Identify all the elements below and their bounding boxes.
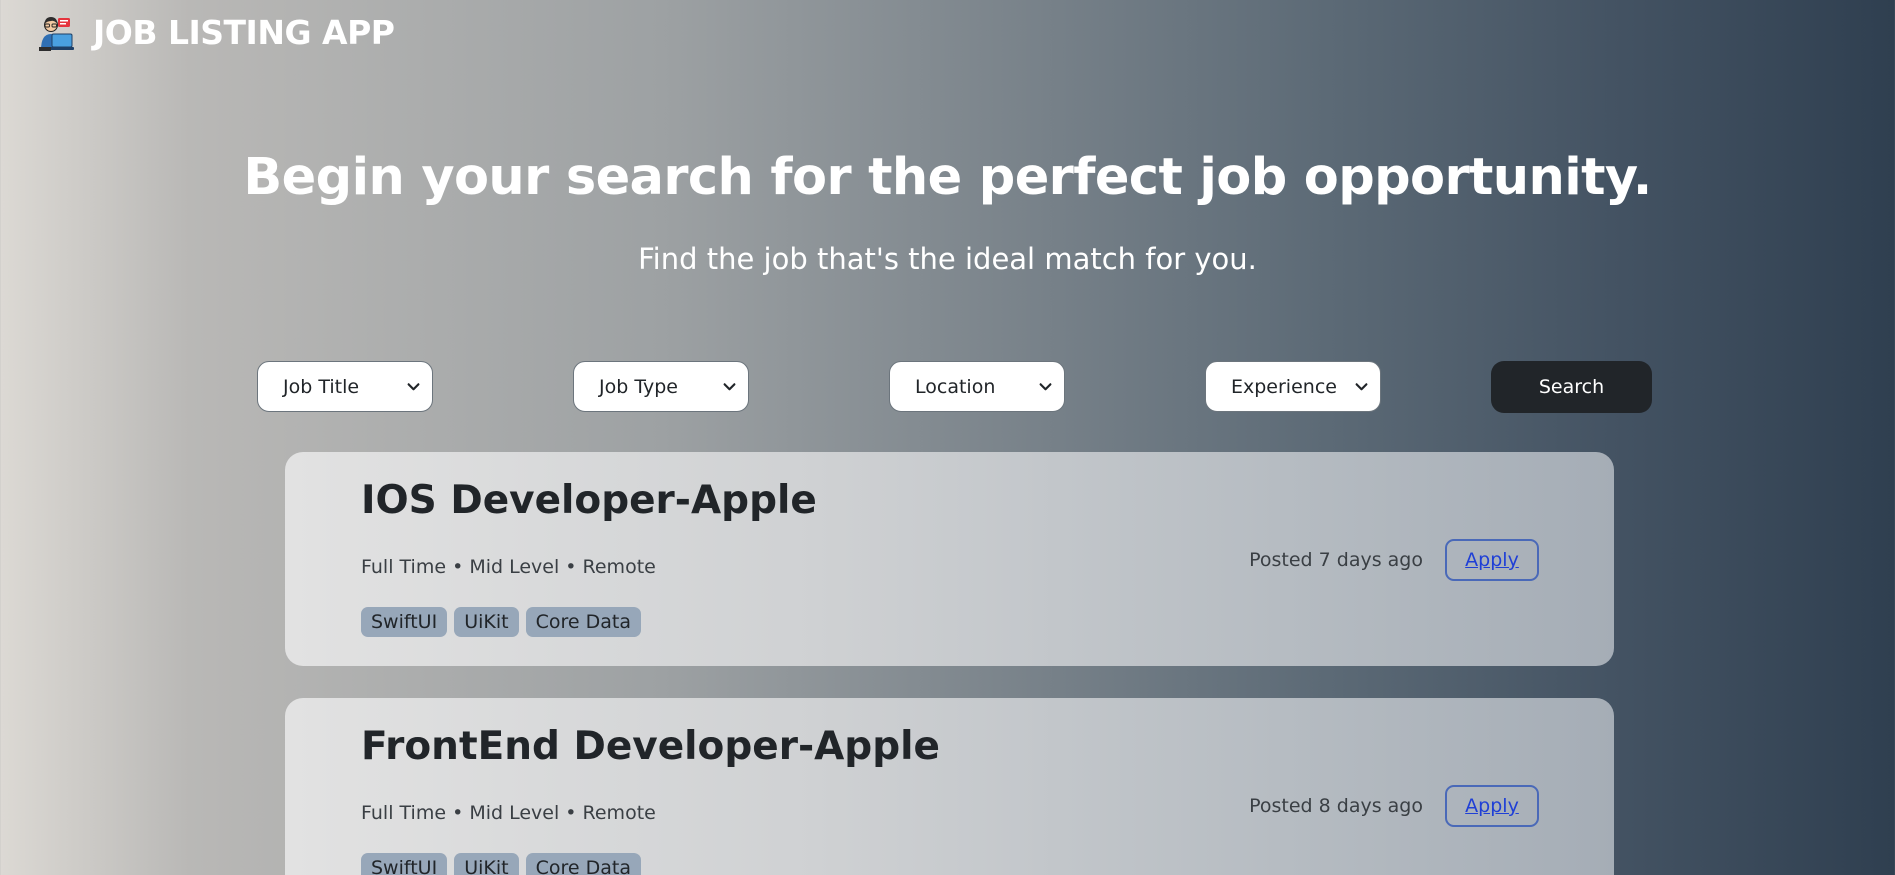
developer-avatar-icon: [39, 17, 74, 51]
job-title-select[interactable]: Job Title: [257, 361, 433, 412]
location-select[interactable]: Location: [889, 361, 1065, 412]
apply-button[interactable]: Apply: [1445, 539, 1539, 581]
posted-date: Posted 8 days ago: [1249, 795, 1423, 817]
skill-tag: UiKit: [454, 607, 519, 637]
search-button[interactable]: Search: [1491, 361, 1652, 413]
skill-tag: Core Data: [525, 853, 641, 875]
app-title: JOB LISTING APP: [93, 12, 395, 52]
job-title-select-label: Job Title: [283, 375, 360, 398]
skill-tag: UiKit: [454, 853, 519, 875]
brand[interactable]: JOB LISTING APP: [36, 12, 395, 52]
chevron-down-icon: [1039, 383, 1052, 391]
job-title: FrontEnd Developer-Apple: [361, 724, 940, 769]
chevron-down-icon: [1355, 383, 1368, 391]
apply-button[interactable]: Apply: [1445, 785, 1539, 827]
chevron-down-icon: [407, 383, 420, 391]
posted-date: Posted 7 days ago: [1249, 549, 1423, 571]
skill-tag: SwiftUI: [361, 853, 448, 875]
skill-tag: SwiftUI: [361, 607, 448, 637]
job-tags: SwiftUI UiKit Core Data: [361, 853, 641, 875]
job-title: IOS Developer-Apple: [361, 478, 817, 523]
hero-title: Begin your search for the perfect job op…: [243, 148, 1652, 207]
job-type-select-label: Job Type: [599, 375, 678, 398]
skill-tag: Core Data: [525, 607, 641, 637]
chevron-down-icon: [723, 383, 736, 391]
job-card[interactable]: FrontEnd Developer-Apple Full Time • Mid…: [285, 698, 1614, 875]
experience-select-label: Experience: [1231, 375, 1337, 398]
location-select-label: Location: [915, 375, 996, 398]
job-meta: Full Time • Mid Level • Remote: [361, 802, 656, 824]
job-tags: SwiftUI UiKit Core Data: [361, 607, 641, 637]
job-meta: Full Time • Mid Level • Remote: [361, 556, 656, 578]
job-card[interactable]: IOS Developer-Apple Full Time • Mid Leve…: [285, 452, 1614, 666]
job-type-select[interactable]: Job Type: [573, 361, 749, 412]
experience-select[interactable]: Experience: [1205, 361, 1381, 412]
hero-subtitle: Find the job that's the ideal match for …: [638, 242, 1257, 276]
